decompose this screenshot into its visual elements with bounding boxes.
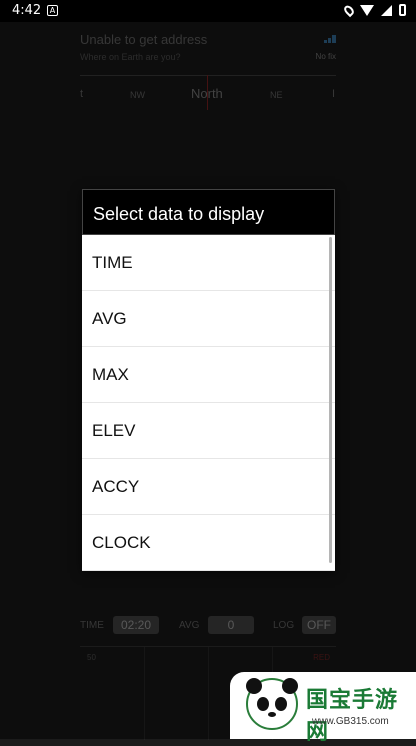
option-clock[interactable]: CLOCK [82,515,335,571]
location-icon [342,3,356,17]
status-icons [342,3,406,17]
watermark-text: 国宝手游网 [306,688,399,745]
panda-eye [257,697,269,711]
option-max[interactable]: MAX [82,347,335,403]
option-time[interactable]: TIME [82,235,335,291]
panda-eye [275,697,287,711]
option-accy[interactable]: ACCY [82,459,335,515]
notification-icon: A [47,5,58,16]
signal-icon [381,4,392,16]
option-elev[interactable]: ELEV [82,403,335,459]
wifi-icon [360,4,374,16]
panda-ear [246,678,262,694]
dialog-title: Select data to display [82,189,335,235]
panda-nose [268,712,276,717]
watermark-url: www.GB315.com [312,716,389,727]
status-time: 4:42 [12,3,42,18]
status-bar: 4:42 A [0,0,416,22]
panda-logo-icon [246,678,298,730]
dialog-scrollbar[interactable] [329,237,332,563]
battery-icon [399,4,406,16]
panda-ear [282,678,298,694]
option-avg[interactable]: AVG [82,291,335,347]
select-data-dialog: Select data to display TIME AVG MAX ELEV… [82,189,335,571]
watermark: 国宝手游网 www.GB315.com [230,672,416,745]
